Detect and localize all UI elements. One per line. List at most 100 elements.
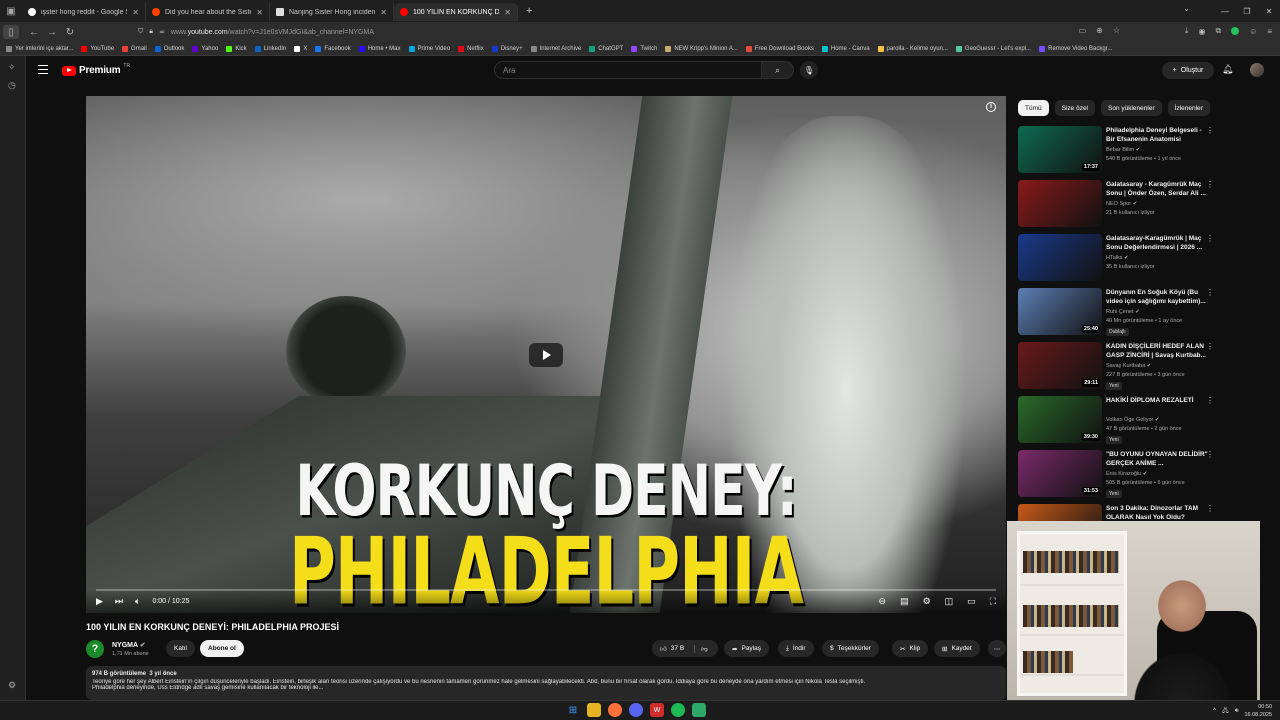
filter-chip[interactable]: Tümü [1018, 100, 1049, 116]
tray-chevron-icon[interactable]: ^ [1213, 708, 1216, 714]
profile-circle-icon[interactable]: ◉ [1198, 27, 1205, 36]
recommendation-thumbnail[interactable]: 31:53 [1018, 450, 1102, 497]
recommendation-thumbnail[interactable] [1018, 180, 1102, 227]
extensions-icon[interactable]: ⧉ [1215, 26, 1221, 36]
settings-gear-icon[interactable]: ⚙ [8, 680, 16, 691]
bookmark-item[interactable]: GeoGuessr - Let's expl... [955, 45, 1031, 52]
recommendation-title[interactable]: Galatasaray-Karagümrük | Maç Sonu Değerl… [1106, 234, 1210, 252]
reload-icon[interactable]: ↻ [61, 23, 79, 41]
channel-avatar[interactable]: ? [86, 640, 104, 658]
share-button[interactable]: ➦ Paylaş [724, 640, 769, 657]
save-button[interactable]: ⊞ Kaydet [934, 640, 980, 657]
window-close-icon[interactable]: ✕ [1258, 0, 1280, 22]
bookmark-item[interactable]: Facebook [315, 45, 351, 52]
more-options-icon[interactable]: ⋮ [1206, 180, 1214, 189]
autoplay-toggle-icon[interactable]: ⊖ [879, 596, 887, 607]
recommendation-channel[interactable]: Savaş Kurtbaba ✔ [1106, 363, 1151, 369]
more-options-icon[interactable]: ⋮ [1206, 342, 1214, 351]
lock-icon[interactable]: 🔒︎ [149, 28, 153, 36]
more-options-icon[interactable]: ⋮ [1206, 126, 1214, 135]
shield-icon[interactable]: ⛉ [138, 28, 143, 36]
recommendation-title[interactable]: Philadelphia Deneyi Belgeseli - Bir Efsa… [1106, 126, 1210, 144]
recommendation-thumbnail[interactable]: 39:30 [1018, 396, 1102, 443]
play-icon[interactable]: ▶ [96, 596, 103, 607]
bookmark-item[interactable]: Netflix [458, 45, 484, 52]
zoom-icon[interactable]: ⊕ [1096, 26, 1103, 35]
recommendation-title[interactable]: HAKİKİ DİPLOMA REZALETİ [1106, 396, 1210, 405]
description-box[interactable]: 974 B görüntüleme 3 yıl önce Teoriye gör… [86, 666, 1006, 700]
file-explorer-icon[interactable] [587, 703, 601, 717]
download-button[interactable]: ⤓ İndir [778, 640, 814, 657]
browser-tab-1[interactable]: işster hong reddit - Google Search ✕ [22, 3, 146, 21]
tab-actions-icon[interactable]: ▣ [0, 0, 22, 22]
join-button[interactable]: Katıl [166, 640, 196, 657]
download-icon[interactable]: ⤓ [1185, 26, 1189, 36]
bookmark-item[interactable]: Remove Video Backgr... [1039, 45, 1112, 52]
back-icon[interactable]: ← [25, 23, 43, 41]
recommendation-item[interactable]: 17:37 Philadelphia Deneyi Belgeseli - Bi… [1018, 124, 1218, 176]
browser-tab-3[interactable]: Nanjing Sister Hong incident - Wikipedia… [270, 3, 394, 21]
recommendation-title[interactable]: KADIN DİŞÇİLERİ HEDEF ALAN GASP ZİNCİRİ … [1106, 342, 1210, 360]
bookmark-item[interactable]: Home - Canva [821, 45, 870, 52]
bookmark-item[interactable]: Yer imlerini içe aktar... [6, 45, 73, 52]
video-player[interactable]: KORKUNÇ DENEY: PHILADELPHIA i ▶ ⏭ 🔈︎ 0:0… [86, 96, 1006, 613]
info-icon[interactable]: i [986, 102, 996, 112]
tab-search-chevron-icon[interactable]: ⌄ [1183, 4, 1190, 13]
browser-tab-2[interactable]: Did you hear about the Sister Hong... ✕ [146, 3, 270, 21]
history-clock-icon[interactable]: ◷ [8, 80, 16, 91]
search-button[interactable]: ⌕ [762, 61, 794, 79]
close-tab-icon[interactable]: ✕ [504, 8, 511, 17]
ai-sparkle-icon[interactable]: ✧ [8, 62, 16, 73]
guide-menu-icon[interactable] [38, 65, 48, 74]
filter-chip[interactable]: İzlenenler [1167, 100, 1210, 116]
bookmark-item[interactable]: X [294, 45, 307, 52]
large-play-button[interactable] [529, 343, 563, 367]
close-tab-icon[interactable]: ✕ [132, 8, 139, 17]
recommendation-item[interactable]: Galatasaray - Karagümrük Maç Sonu | Önde… [1018, 178, 1218, 230]
theater-mode-icon[interactable]: ▭ [967, 596, 976, 607]
word-app-icon[interactable]: W [650, 703, 664, 717]
create-button[interactable]: + Oluştur [1162, 62, 1214, 79]
filter-chip[interactable]: Size özel [1054, 100, 1095, 116]
screen-cast-icon[interactable]: ▭ [1079, 26, 1087, 35]
recommendation-item[interactable]: 31:53 "BU OYUNU OYNAYAN DELİDİR" GERÇEK … [1018, 448, 1218, 500]
more-options-icon[interactable]: ⋮ [1206, 234, 1214, 243]
search-input[interactable]: Ara [494, 61, 762, 79]
like-count[interactable]: 37 B [671, 645, 684, 652]
channel-name[interactable]: NYGMA ✔ [112, 641, 146, 649]
address-bar[interactable]: ⛉ 🔒︎ ⋍ www.youtube.com/watch?v=J1e0sVMJd… [132, 25, 1122, 39]
avatar[interactable] [1250, 63, 1264, 77]
recommendation-channel[interactable]: NEO Spor ✔ [1106, 201, 1137, 207]
recommendation-title[interactable]: Dünyanın En Soğuk Köyü (Bu video için sa… [1106, 288, 1210, 306]
recommendation-thumbnail[interactable]: 17:37 [1018, 126, 1102, 173]
recommendation-channel[interactable]: Volkan Öge Geliyor ✔ [1106, 417, 1160, 423]
browser-tab-4-active[interactable]: 100 YILIN EN KORKUNÇ DENEY: ... ✕ [394, 3, 518, 21]
firefox-icon[interactable] [608, 703, 622, 717]
recommendation-title[interactable]: "BU OYUNU OYNAYAN DELİDİR" GERÇEK ANİME … [1106, 450, 1210, 468]
youtube-premium-logo[interactable]: Premium TR [62, 63, 130, 76]
spotify-icon[interactable] [671, 703, 685, 717]
bookmark-item[interactable]: LinkedIn [254, 45, 286, 52]
speaker-icon[interactable]: 🔊︎ [1235, 708, 1239, 715]
recommendation-channel[interactable]: Bebar Bilim ✔ [1106, 147, 1140, 153]
clock[interactable]: 00:50 16.08.2025 [1244, 703, 1272, 719]
bookmark-item[interactable]: Home • Max [358, 45, 401, 52]
more-options-icon[interactable]: ⋮ [1206, 288, 1214, 297]
miniplayer-icon[interactable]: ◫ [945, 596, 954, 607]
close-tab-icon[interactable]: ✕ [256, 8, 263, 17]
minimize-icon[interactable]: — [1214, 0, 1236, 22]
notifications-bell-icon[interactable]: 🔔︎ [1222, 64, 1233, 75]
fullscreen-icon[interactable]: ⛶ [990, 596, 996, 607]
recommendation-thumbnail[interactable] [1018, 234, 1102, 281]
bookmark-item[interactable]: YouTube [81, 45, 114, 52]
recommendation-item[interactable]: 29:11 KADIN DİŞÇİLERİ HEDEF ALAN GASP Zİ… [1018, 340, 1218, 392]
recommendation-item[interactable]: 25:40 Dünyanın En Soğuk Köyü (Bu video i… [1018, 286, 1218, 338]
more-actions-icon[interactable]: ⋯ [988, 640, 1006, 657]
site-settings-icon[interactable]: ⋍ [159, 28, 165, 36]
maximize-icon[interactable]: ❐ [1236, 0, 1258, 22]
forward-icon[interactable]: → [43, 23, 61, 41]
recommendation-item[interactable]: Galatasaray-Karagümrük | Maç Sonu Değerl… [1018, 232, 1218, 284]
more-options-icon[interactable]: ⋮ [1206, 450, 1214, 459]
subscribe-button[interactable]: Abone ol [200, 640, 244, 657]
network-icon[interactable]: 🖧︎ [1222, 706, 1229, 716]
